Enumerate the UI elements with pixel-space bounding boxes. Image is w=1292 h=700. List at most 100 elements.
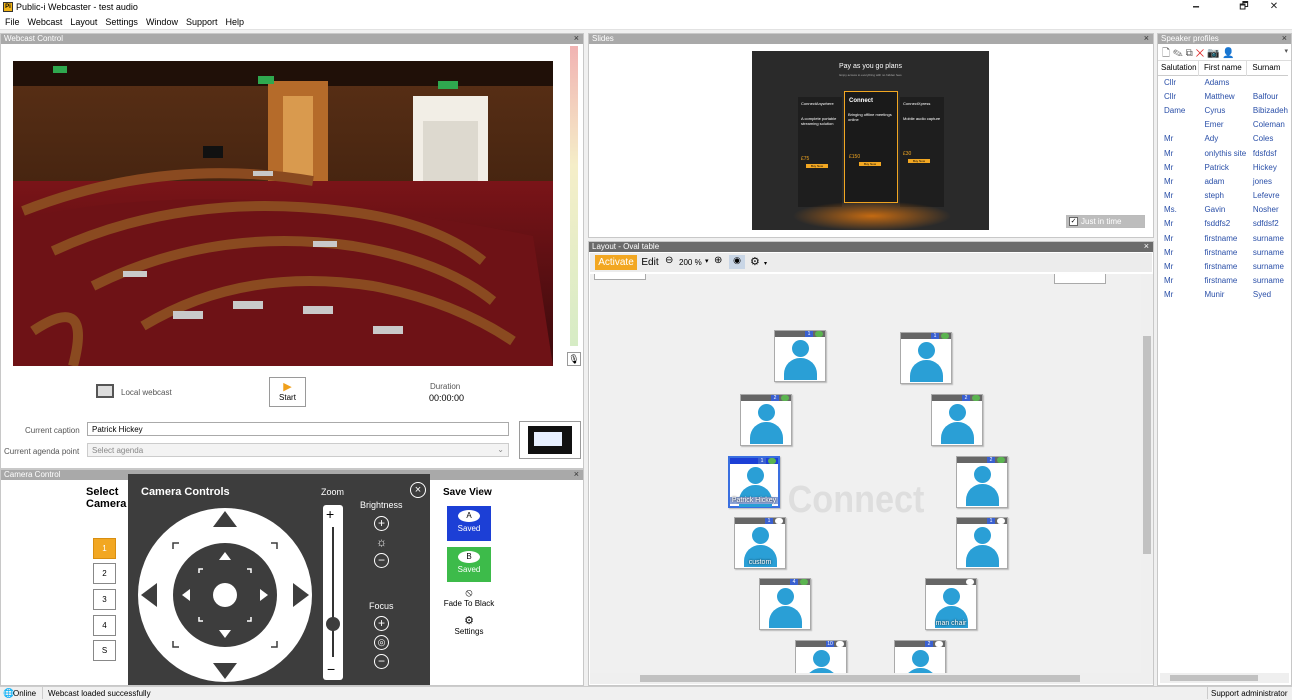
- plan-card-right: ConnectXpress Mobile audio capture £30 B…: [900, 97, 944, 207]
- focus-decrease-icon[interactable]: −: [374, 654, 389, 669]
- zoom-out-magnifier-icon[interactable]: ⊖: [665, 255, 673, 266]
- brightness-increase-icon[interactable]: +: [374, 516, 389, 531]
- speaker-row[interactable]: Mr steph Lefevre: [1158, 189, 1288, 203]
- speaker-horizontal-scrollbar[interactable]: [1160, 673, 1289, 683]
- eye-icon: A: [458, 510, 480, 522]
- layout-horizontal-scrollbar[interactable]: [590, 673, 1141, 684]
- menu-layout[interactable]: Layout: [65, 14, 100, 27]
- menu-webcast[interactable]: Webcast: [23, 14, 66, 27]
- speaker-surname: Hickey: [1252, 162, 1277, 172]
- speaker-row[interactable]: Mr adam jones: [1158, 174, 1288, 188]
- gear-icon[interactable]: ⚙: [750, 255, 760, 268]
- seat-tile[interactable]: man chair: [925, 578, 977, 630]
- fade-to-black-button[interactable]: ⦸ Fade To Black: [440, 587, 498, 608]
- seat-tile-selected[interactable]: 1 Patrick Hickey: [728, 456, 780, 508]
- seat-tile[interactable]: 2: [740, 394, 792, 446]
- just-in-time-toggle[interactable]: ✓ Just in time slides: [1066, 215, 1145, 237]
- seat-tile[interactable]: 1: [774, 330, 826, 382]
- close-icon[interactable]: ×: [1144, 34, 1149, 43]
- copy-speaker-icon[interactable]: ⧉: [1186, 48, 1193, 59]
- speaker-row[interactable]: Cllr Adams: [1158, 75, 1288, 89]
- preset-b-button[interactable]: B Saved: [447, 547, 491, 582]
- speaker-salutation: Cllr: [1164, 77, 1176, 87]
- zoom-out-icon[interactable]: −: [327, 662, 335, 676]
- microphone-icon[interactable]: 🎙: [567, 352, 581, 366]
- focus-increase-icon[interactable]: +: [374, 616, 389, 631]
- speaker-row[interactable]: Mr onlythis site fdsfdsf: [1158, 146, 1288, 160]
- menu-help[interactable]: Help: [220, 14, 247, 27]
- user-icon[interactable]: 👤: [1222, 48, 1234, 59]
- brightness-decrease-icon[interactable]: −: [374, 553, 389, 568]
- autofocus-icon[interactable]: ◎: [374, 635, 389, 650]
- seat-tile[interactable]: 2: [931, 394, 983, 446]
- scrollbar-thumb[interactable]: [640, 675, 1080, 682]
- camera-icon[interactable]: 📷: [1207, 48, 1219, 59]
- zoom-slider[interactable]: + −: [323, 505, 343, 680]
- close-icon[interactable]: ×: [574, 34, 579, 43]
- close-icon[interactable]: ×: [574, 470, 579, 479]
- speaker-first-name: Patrick: [1204, 162, 1229, 172]
- chevron-down-icon[interactable]: ▾: [705, 257, 709, 265]
- column-first-name[interactable]: First name: [1198, 61, 1248, 75]
- zoom-slider-thumb[interactable]: [326, 617, 340, 631]
- close-window-button[interactable]: ✕: [1258, 0, 1290, 14]
- seat-tile[interactable]: 2: [956, 456, 1008, 508]
- column-surname[interactable]: Surnam: [1247, 61, 1288, 75]
- camera-button-s[interactable]: S: [93, 640, 116, 661]
- minimize-button[interactable]: 🗕: [1180, 0, 1212, 14]
- camera-button-4[interactable]: 4: [93, 615, 116, 636]
- slide-thumbnail[interactable]: [519, 421, 581, 459]
- chevron-down-icon[interactable]: ▾: [1284, 47, 1288, 55]
- camera-button-3[interactable]: 3: [93, 589, 116, 610]
- eye-icon[interactable]: ◉: [729, 255, 745, 269]
- scrollbar-thumb[interactable]: [1170, 675, 1258, 681]
- delete-icon[interactable]: ✕: [1196, 48, 1205, 59]
- speaker-row[interactable]: Cllr Matthew Balfour: [1158, 89, 1288, 103]
- zoom-in-icon[interactable]: +: [326, 507, 334, 521]
- chevron-down-icon[interactable]: ▾: [764, 260, 767, 267]
- zoom-in-magnifier-icon[interactable]: ⊕: [714, 255, 722, 266]
- menu-support[interactable]: Support: [181, 14, 221, 27]
- close-controls-icon[interactable]: ×: [410, 482, 426, 498]
- speaker-row[interactable]: Dame Cyrus Bibizadeh: [1158, 103, 1288, 117]
- speaker-row[interactable]: Mr firstname surname: [1158, 259, 1288, 273]
- menu-file[interactable]: File: [0, 14, 23, 27]
- new-speaker-icon[interactable]: 🗋: [1162, 48, 1170, 59]
- close-icon[interactable]: ×: [1144, 242, 1149, 251]
- caption-input[interactable]: Patrick Hickey: [87, 422, 509, 436]
- speaker-row[interactable]: Mr Munir Syed: [1158, 288, 1288, 302]
- agenda-select[interactable]: Select agenda ⌄: [87, 443, 509, 457]
- preset-a-button[interactable]: A Saved: [447, 506, 491, 541]
- speaker-row[interactable]: Ms. Gavin Nosher: [1158, 203, 1288, 217]
- speaker-row[interactable]: Mr Ady Coles: [1158, 132, 1288, 146]
- menu-window[interactable]: Window: [141, 14, 181, 27]
- brightness-auto-icon[interactable]: ☼: [374, 535, 389, 550]
- menu-settings[interactable]: Settings: [100, 14, 141, 27]
- speaker-row[interactable]: Mr fsddfs2 sdfdsf2: [1158, 217, 1288, 231]
- checkbox-checked-icon[interactable]: ✓: [1069, 217, 1078, 226]
- seat-tile[interactable]: 1: [900, 332, 952, 384]
- seat-tile[interactable]: 1 custom: [734, 517, 786, 569]
- close-icon[interactable]: ×: [1282, 34, 1287, 43]
- speaker-row[interactable]: Emer Coleman: [1158, 118, 1288, 132]
- seat-tile[interactable]: 1: [956, 517, 1008, 569]
- layout-vertical-scrollbar[interactable]: [1141, 274, 1152, 684]
- seat-tile[interactable]: 4: [759, 578, 811, 630]
- scrollbar-thumb[interactable]: [1143, 336, 1151, 554]
- zoom-label: Zoom: [321, 487, 345, 497]
- speaker-row[interactable]: Mr Patrick Hickey: [1158, 160, 1288, 174]
- column-salutation[interactable]: Salutation: [1158, 61, 1199, 75]
- activate-button[interactable]: Activate: [595, 255, 637, 270]
- zoom-level-select[interactable]: 200 %: [679, 258, 702, 267]
- camera-button-1[interactable]: 1: [93, 538, 116, 559]
- speaker-row[interactable]: Mr firstname surname: [1158, 245, 1288, 259]
- edit-button[interactable]: Edit: [639, 255, 661, 270]
- camera-button-2[interactable]: 2: [93, 563, 116, 584]
- pan-tilt-joystick[interactable]: [137, 507, 313, 683]
- camera-settings-button[interactable]: ⚙ Settings: [440, 615, 498, 636]
- speaker-row[interactable]: Mr firstname surname: [1158, 274, 1288, 288]
- start-button[interactable]: ▶ Start: [269, 377, 306, 407]
- speaker-row[interactable]: Mr firstname surname: [1158, 231, 1288, 245]
- maximize-button[interactable]: 🗗: [1228, 0, 1260, 14]
- edit-speaker-icon[interactable]: ✎: [1173, 48, 1183, 59]
